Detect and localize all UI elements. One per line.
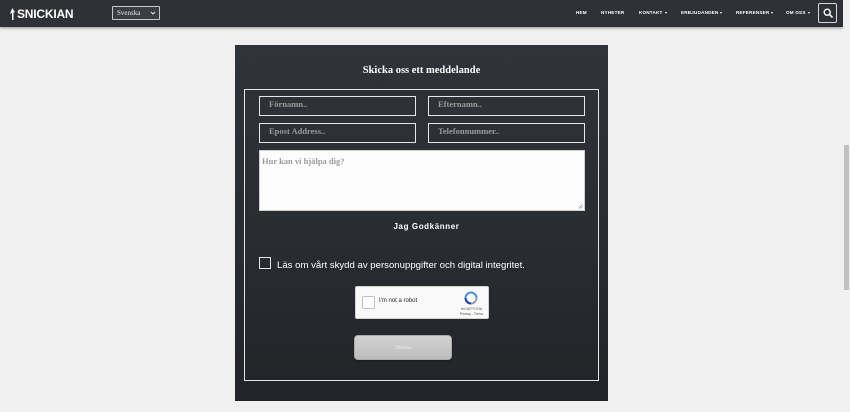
logo-text: SNICKIAN (17, 7, 74, 21)
message-textarea[interactable]: Hur kan vi hjälpa dig? (259, 150, 585, 211)
nav-item-label: ERBJUDANDEN (681, 10, 719, 15)
phone-placeholder: Telefonnummer.. (438, 126, 500, 136)
last-name-field[interactable]: Efternamn.. (428, 96, 585, 116)
last-name-placeholder: Efternamn.. (438, 99, 482, 109)
site-header: SNICKIAN Svenska HEM NYHETER KONTAKT ERB… (0, 0, 843, 27)
nav-item-label: NYHETER (601, 10, 625, 15)
nav-item-label: REFERENSER (736, 10, 770, 15)
contact-form-panel: Skicka oss ett meddelande Förnamn.. Efte… (235, 45, 608, 401)
nav-item-nyheter[interactable]: NYHETER (601, 10, 624, 15)
form-frame: Förnamn.. Efternamn.. Epost Address.. Te… (244, 89, 599, 381)
caret-down-icon (771, 11, 774, 14)
form-title: Skicka oss ett meddelande (362, 65, 481, 76)
search-icon (822, 8, 833, 18)
caret-down-icon (664, 11, 667, 14)
nav-item-hem[interactable]: HEM (576, 10, 587, 15)
message-placeholder: Hur kan vi hjälpa dig? (262, 156, 345, 166)
caret-down-icon (720, 11, 723, 14)
recaptcha-checkbox[interactable] (362, 296, 375, 309)
agree-heading: Jag Godkänner (393, 222, 460, 231)
first-name-field[interactable]: Förnamn.. (259, 96, 416, 116)
language-select-value: Svenska (117, 9, 141, 17)
logo-figure-icon (10, 8, 15, 20)
nav-item-kontakt[interactable]: KONTAKT (639, 10, 667, 15)
recaptcha-label: I'm not a robot (379, 298, 418, 304)
nav-item-erbjudanden[interactable]: ERBJUDANDEN (681, 10, 723, 15)
recaptcha-links[interactable]: Privacy - Terms (454, 312, 489, 316)
nav-item-label: HEM (576, 10, 587, 15)
nav-item-om-oss[interactable]: OM OSS (786, 10, 810, 15)
first-name-placeholder: Förnamn.. (269, 99, 308, 109)
nav-item-referenser[interactable]: REFERENSER (736, 10, 774, 15)
search-button[interactable] (818, 3, 837, 23)
language-select[interactable]: Svenska (112, 6, 160, 20)
page-scrollbar-thumb[interactable] (844, 145, 849, 290)
recaptcha-brand: reCAPTCHA (460, 307, 483, 311)
resize-handle-icon[interactable] (578, 204, 583, 209)
nav-item-label: KONTAKT (639, 10, 663, 15)
privacy-checkbox[interactable] (259, 257, 271, 269)
phone-field[interactable]: Telefonnummer.. (428, 123, 585, 143)
email-placeholder: Epost Address.. (269, 126, 326, 136)
privacy-link[interactable]: Läs om vårt skydd av personuppgifter och… (277, 260, 525, 271)
submit-button[interactable]: Skicka (354, 335, 452, 360)
nav-item-label: OM OSS (786, 10, 806, 15)
submit-label: Skicka (394, 344, 412, 351)
recaptcha-logo-icon (464, 291, 478, 305)
chevron-down-icon (150, 11, 156, 15)
email-field[interactable]: Epost Address.. (259, 123, 416, 143)
recaptcha-widget: I'm not a robot reCAPTCHA Privacy - Term… (355, 286, 489, 319)
site-logo[interactable]: SNICKIAN (9, 7, 74, 21)
caret-down-icon (807, 11, 810, 14)
